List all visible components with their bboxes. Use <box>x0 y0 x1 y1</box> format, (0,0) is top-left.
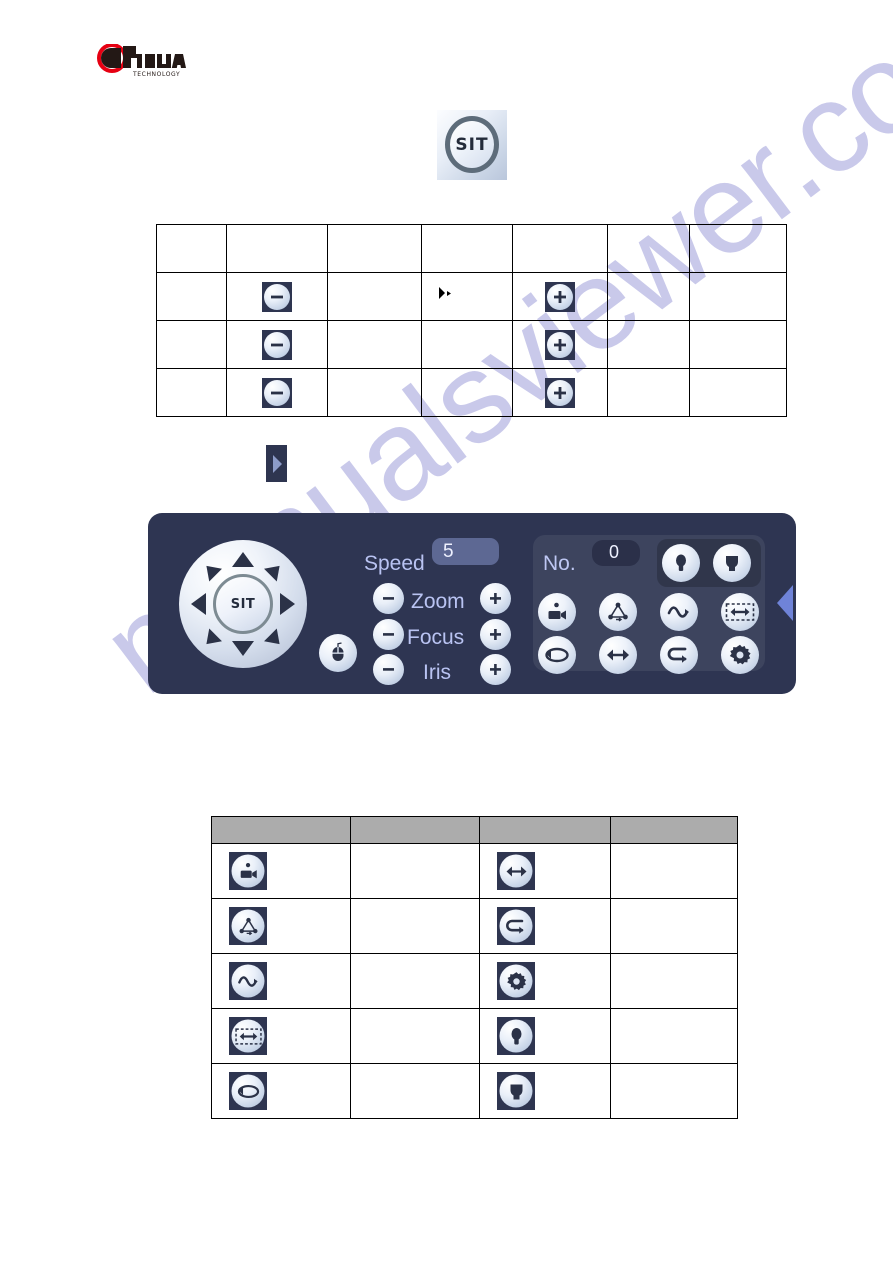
speed-label: Speed <box>364 552 425 575</box>
iris-minus-button[interactable] <box>373 654 404 685</box>
flip-icon[interactable] <box>497 852 536 890</box>
cursor-cell <box>421 272 513 321</box>
zoom-label: Zoom <box>411 590 465 613</box>
table-row <box>211 843 739 899</box>
iris-label: Iris <box>423 661 451 684</box>
direction-up-left-icon[interactable] <box>200 559 222 582</box>
zoom-minus-button[interactable] <box>373 583 404 614</box>
reset-icon[interactable] <box>660 636 698 674</box>
svg-text:TECHNOLOGY: TECHNOLOGY <box>132 71 180 78</box>
table-row <box>211 1063 739 1119</box>
preset-camera-icon[interactable] <box>229 852 267 890</box>
table-row <box>156 272 787 321</box>
direction-down-left-icon[interactable] <box>200 628 222 651</box>
direction-down-right-icon[interactable] <box>264 628 286 651</box>
table-header-row <box>211 816 739 844</box>
table-row <box>211 1008 739 1064</box>
direction-right-icon[interactable] <box>280 593 295 615</box>
table-row <box>211 898 739 954</box>
aux-config-icon[interactable] <box>721 636 759 674</box>
bottom-table <box>211 816 739 1119</box>
direction-up-right-icon[interactable] <box>264 559 286 582</box>
plus-cell <box>511 320 608 369</box>
table-row <box>156 368 787 417</box>
sit-label: SIT <box>455 134 489 155</box>
ptz-sit-label: SIT <box>230 596 256 612</box>
preset-no-input[interactable]: 0 <box>592 540 640 566</box>
blue-arrow-marker <box>266 445 287 482</box>
top-table <box>156 224 787 417</box>
wiper-icon[interactable] <box>713 544 751 582</box>
flip-icon[interactable] <box>599 636 637 674</box>
sit-ring: SIT <box>445 116 499 173</box>
table-row <box>156 224 787 273</box>
plus-icon[interactable] <box>544 329 575 360</box>
wiper-icon[interactable] <box>497 1072 536 1110</box>
preset-camera-icon[interactable] <box>538 593 576 631</box>
mouse-icon[interactable] <box>319 634 357 672</box>
pattern-icon[interactable] <box>660 593 698 631</box>
direction-left-icon[interactable] <box>191 593 206 615</box>
speed-input[interactable]: 5 <box>432 538 499 565</box>
autoscan-icon[interactable] <box>721 593 759 631</box>
focus-minus-button[interactable] <box>373 619 404 650</box>
minus-icon[interactable] <box>261 377 292 408</box>
light-bulb-icon[interactable] <box>662 544 700 582</box>
plus-cell <box>511 368 608 417</box>
collapse-left-arrow-icon[interactable] <box>777 585 793 621</box>
autoscan-icon[interactable] <box>229 1017 267 1055</box>
pattern-icon[interactable] <box>229 962 267 1000</box>
preset-no-value: 0 <box>609 542 620 562</box>
minus-cell <box>225 320 328 369</box>
speed-value: 5 <box>443 541 454 562</box>
minus-cell <box>225 368 328 417</box>
minus-icon[interactable] <box>261 329 292 360</box>
direction-down-icon[interactable] <box>232 641 254 656</box>
minus-cell <box>225 272 328 321</box>
ptz-function-group <box>533 535 765 674</box>
iris-plus-button[interactable] <box>480 654 511 685</box>
table-row <box>211 953 739 1009</box>
focus-label: Focus <box>407 626 465 649</box>
zoom-plus-button[interactable] <box>480 583 511 614</box>
autopan-icon[interactable] <box>538 636 576 674</box>
document-page: manualsviewer.com TECHNOLOGY SIT SIT Spe… <box>0 0 893 1263</box>
direction-up-icon[interactable] <box>232 552 254 567</box>
tour-icon[interactable] <box>599 593 637 631</box>
tour-icon[interactable] <box>229 907 267 945</box>
ptz-sit-center-button[interactable]: SIT <box>213 574 273 634</box>
autopan-icon[interactable] <box>229 1072 267 1110</box>
minus-icon[interactable] <box>261 281 292 312</box>
reset-icon[interactable] <box>497 907 536 945</box>
cursor-icon <box>436 287 454 307</box>
focus-plus-button[interactable] <box>480 619 511 650</box>
plus-cell <box>511 272 608 321</box>
sit-button[interactable]: SIT <box>437 110 507 180</box>
plus-icon[interactable] <box>544 377 575 408</box>
dahua-logo: TECHNOLOGY <box>97 44 202 78</box>
ptz-direction-pad[interactable]: SIT <box>179 540 307 668</box>
aux-config-icon[interactable] <box>497 962 536 1000</box>
table-row <box>156 320 787 369</box>
light-bulb-icon[interactable] <box>497 1017 536 1055</box>
plus-icon[interactable] <box>544 281 575 312</box>
